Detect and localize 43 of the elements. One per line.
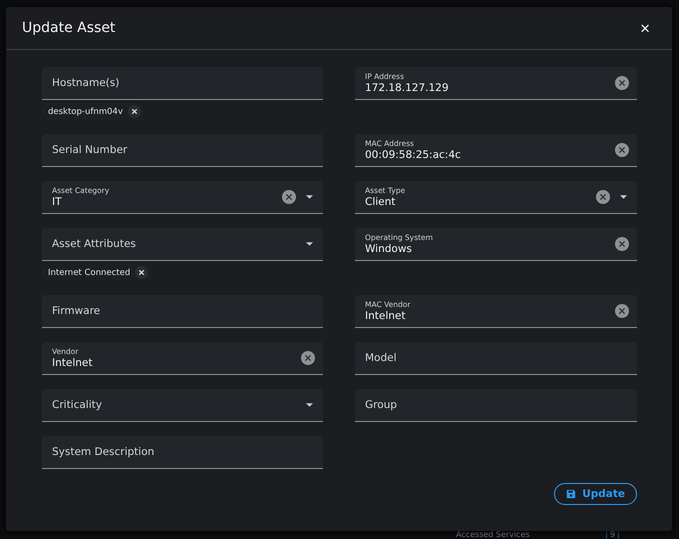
- clear-icon[interactable]: [282, 190, 296, 204]
- field-value: Intelnet: [365, 310, 406, 322]
- dialog-title: Update Asset: [22, 20, 116, 36]
- caret-icon[interactable]: [306, 403, 313, 407]
- input-field[interactable]: Model: [355, 342, 637, 375]
- field-value: Intelnet: [52, 356, 92, 370]
- caret-icon[interactable]: [620, 195, 627, 199]
- field-label: Hostname(s): [52, 77, 120, 89]
- close-button[interactable]: ×: [640, 20, 650, 36]
- field-label: Model: [365, 352, 397, 364]
- field-label: Firmware: [52, 305, 100, 317]
- field-value: IT: [52, 196, 62, 208]
- chip-label: Internet Connected: [48, 268, 130, 278]
- field-label: Serial Number: [52, 144, 128, 156]
- save-icon: [566, 489, 576, 499]
- remove-icon[interactable]: [128, 105, 141, 118]
- clear-icon[interactable]: [615, 143, 629, 157]
- clear-icon[interactable]: [596, 190, 610, 204]
- field-label: Criticality: [52, 399, 102, 411]
- field-value: 172.18.127.129: [365, 82, 448, 94]
- input-field[interactable]: System Description: [42, 436, 323, 469]
- field-value: 00:09:58:25:ac:4c: [365, 148, 461, 162]
- input-field[interactable]: Criticality: [42, 389, 323, 422]
- remove-icon[interactable]: [135, 266, 148, 279]
- update-button[interactable]: Update: [554, 483, 637, 505]
- clear-icon[interactable]: [615, 237, 629, 251]
- field-label: Group: [365, 399, 397, 411]
- input-field[interactable]: Group: [355, 389, 637, 422]
- caret-icon[interactable]: [306, 242, 313, 246]
- field-value: Client: [365, 196, 396, 208]
- caret-icon[interactable]: [306, 195, 313, 199]
- input-field[interactable]: Firmware: [42, 295, 323, 328]
- field-value: Windows: [365, 242, 412, 256]
- input-field[interactable]: Serial Number: [42, 134, 323, 167]
- field-label: System Description: [52, 446, 154, 458]
- input-field[interactable]: Hostname(s): [42, 67, 323, 100]
- input-field[interactable]: Asset Attributes: [42, 228, 323, 261]
- clear-icon[interactable]: [615, 304, 629, 318]
- field-label: Asset Attributes: [52, 238, 136, 250]
- clear-icon[interactable]: [615, 76, 629, 90]
- clear-icon[interactable]: [301, 351, 315, 365]
- chip-label: desktop-ufnm04v: [48, 106, 123, 116]
- background-text: Accessed Services: [456, 531, 530, 539]
